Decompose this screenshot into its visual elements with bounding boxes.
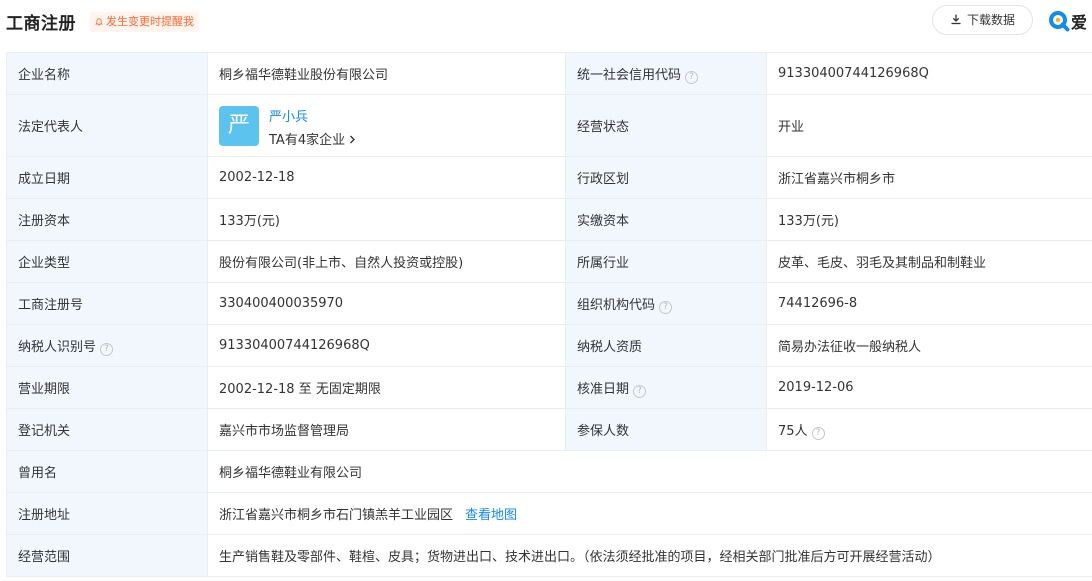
scope-label: 经营范围: [6, 534, 208, 577]
help-icon[interactable]: ?: [685, 70, 699, 84]
legal-rep-companies-link[interactable]: TA有4家企业: [269, 129, 356, 148]
taxpayer-id-label-cell: 纳税人识别号?: [6, 324, 208, 367]
reg-capital-label: 注册资本: [6, 198, 208, 241]
table-row: 成立日期 2002-12-18 行政区划 浙江省嘉兴市桐乡市: [6, 156, 1092, 199]
business-registration-table: 企业名称 桐乡福华德鞋业股份有限公司 统一社会信用代码? 91330400744…: [6, 52, 1092, 577]
legal-rep-label: 法定代表人: [6, 94, 208, 157]
help-icon[interactable]: ?: [811, 426, 825, 440]
status-label: 经营状态: [565, 94, 767, 157]
address-label: 注册地址: [6, 492, 208, 535]
help-icon[interactable]: ?: [100, 342, 114, 356]
help-icon[interactable]: ?: [633, 384, 647, 398]
org-code-label-cell: 组织机构代码?: [565, 282, 767, 325]
taxpayer-qual-value: 简易办法征收一般纳税人: [766, 324, 1092, 367]
founded-label: 成立日期: [6, 156, 208, 199]
legal-rep-cell: 严 严小兵 TA有4家企业: [207, 94, 566, 157]
credit-code-label: 统一社会信用代码: [577, 67, 682, 83]
region-label: 行政区划: [565, 156, 767, 199]
table-row: 工商注册号 330400400035970 组织机构代码? 74412696-8: [6, 282, 1092, 325]
company-name-label: 企业名称: [6, 52, 208, 95]
former-name-label: 曾用名: [6, 450, 208, 493]
paid-capital-label: 实缴资本: [565, 198, 767, 241]
taxpayer-id-label: 纳税人识别号: [18, 339, 97, 355]
reg-capital-value: 133万(元): [207, 198, 566, 241]
reg-no-value: 330400400035970: [207, 282, 566, 325]
industry-label: 所属行业: [565, 240, 767, 283]
legal-rep-name-link[interactable]: 严小兵: [269, 106, 308, 125]
table-row: 登记机关 嘉兴市市场监督管理局 参保人数 75人?: [6, 408, 1092, 451]
view-map-link[interactable]: 查看地图: [465, 508, 517, 523]
company-name-value: 桐乡福华德鞋业股份有限公司: [207, 52, 566, 95]
authority-value: 嘉兴市市场监督管理局: [207, 408, 566, 451]
legal-rep-avatar[interactable]: 严: [219, 105, 259, 146]
table-row: 企业名称 桐乡福华德鞋业股份有限公司 统一社会信用代码? 91330400744…: [6, 52, 1092, 95]
table-row: 纳税人识别号? 91330400744126968Q 纳税人资质 简易办法征收一…: [6, 324, 1092, 367]
org-code-label: 组织机构代码: [577, 297, 656, 313]
paid-capital-value: 133万(元): [766, 198, 1092, 241]
reg-no-label: 工商注册号: [6, 282, 208, 325]
taxpayer-id-value: 91330400744126968Q: [207, 324, 566, 367]
approved-label: 核准日期: [577, 381, 630, 397]
table-row: 经营范围 生产销售鞋及零部件、鞋楦、皮具；货物进出口、技术进出口。（依法须经批准…: [6, 534, 1092, 577]
address-value: 浙江省嘉兴市桐乡市石门镇羔羊工业园区: [219, 508, 454, 523]
brand-logo[interactable]: 爱: [1048, 9, 1087, 33]
authority-label: 登记机关: [6, 408, 208, 451]
download-data-label: 下载数据: [966, 13, 1015, 27]
term-value: 2002-12-18 至 无固定期限: [207, 366, 566, 409]
table-row: 法定代表人 严 严小兵 TA有4家企业 经营状态 开业: [6, 94, 1092, 157]
change-alert-button[interactable]: 发生变更时提醒我: [90, 12, 199, 32]
brand-text: 爱: [1071, 13, 1088, 32]
address-cell: 浙江省嘉兴市桐乡市石门镇羔羊工业园区 查看地图: [207, 492, 1092, 535]
brand-q-icon: [1049, 11, 1070, 32]
chevron-right-icon: [350, 135, 356, 143]
founded-value: 2002-12-18: [207, 156, 566, 199]
approved-label-cell: 核准日期?: [565, 366, 767, 409]
company-type-label: 企业类型: [6, 240, 208, 283]
download-data-button[interactable]: 下载数据: [932, 5, 1033, 35]
approved-value: 2019-12-06: [766, 366, 1092, 409]
table-row: 注册地址 浙江省嘉兴市桐乡市石门镇羔羊工业园区 查看地图: [6, 492, 1092, 535]
insured-label: 参保人数: [565, 408, 767, 451]
industry-value: 皮革、毛皮、羽毛及其制品和制鞋业: [766, 240, 1092, 283]
credit-code-label-cell: 统一社会信用代码?: [565, 52, 767, 95]
taxpayer-qual-label: 纳税人资质: [565, 324, 767, 367]
org-code-value: 74412696-8: [766, 282, 1092, 325]
change-alert-label: 发生变更时提醒我: [106, 15, 194, 28]
section-title: 工商注册: [6, 14, 76, 34]
download-icon: [951, 14, 961, 25]
table-row: 注册资本 133万(元) 实缴资本 133万(元): [6, 198, 1092, 241]
legal-rep-companies-label: TA有4家企业: [269, 132, 346, 148]
region-value: 浙江省嘉兴市桐乡市: [766, 156, 1092, 199]
credit-code-value: 91330400744126968Q: [766, 52, 1092, 95]
insured-value: 75人: [778, 423, 808, 439]
former-name-value: 桐乡福华德鞋业有限公司: [207, 450, 1092, 493]
help-icon[interactable]: ?: [659, 300, 673, 314]
company-type-value: 股份有限公司(非上市、自然人投资或控股): [207, 240, 566, 283]
bell-icon: [95, 18, 103, 26]
insured-value-cell: 75人?: [766, 408, 1092, 451]
section-header: 工商注册 发生变更时提醒我 下载数据 爱: [0, 0, 1092, 44]
status-value: 开业: [766, 94, 1092, 157]
table-row: 营业期限 2002-12-18 至 无固定期限 核准日期? 2019-12-06: [6, 366, 1092, 409]
term-label: 营业期限: [6, 366, 208, 409]
table-row: 企业类型 股份有限公司(非上市、自然人投资或控股) 所属行业 皮革、毛皮、羽毛及…: [6, 240, 1092, 283]
scope-value: 生产销售鞋及零部件、鞋楦、皮具；货物进出口、技术进出口。（依法须经批准的项目，经…: [207, 534, 1092, 577]
table-row: 曾用名 桐乡福华德鞋业有限公司: [6, 450, 1092, 493]
